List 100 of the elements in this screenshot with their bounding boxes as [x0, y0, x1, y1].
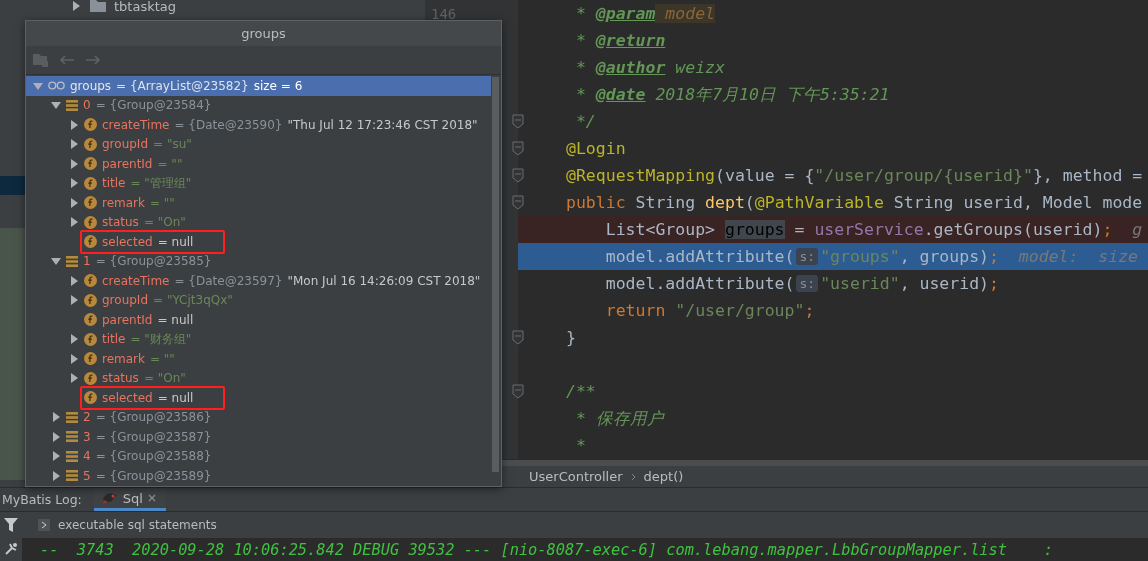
variable-row[interactable]: 5 = {Group@23589}	[26, 466, 491, 486]
variable-row[interactable]: title = "财务组"	[26, 329, 491, 349]
variable-name: remark	[102, 195, 145, 210]
expand-arrow-icon[interactable]	[50, 469, 62, 482]
expand-arrow-icon[interactable]	[68, 138, 80, 151]
row-highlight	[0, 176, 25, 195]
list-icon	[66, 431, 78, 443]
doc-tag: @author	[595, 58, 666, 77]
expand-arrow-icon[interactable]	[50, 450, 62, 463]
filter-icon[interactable]	[4, 518, 18, 532]
list-icon	[66, 99, 78, 111]
variable-row[interactable]: 2 = {Group@23586}	[26, 407, 491, 427]
parameter-hint: s:	[796, 275, 819, 292]
variable-row[interactable]: groupId = "su"	[26, 134, 491, 154]
variable-row[interactable]: createTime = {Date@23590} "Thu Jul 12 17:23:46 CST 2018"	[26, 115, 491, 135]
wrench-icon[interactable]	[4, 542, 18, 556]
expand-arrow-icon[interactable]	[70, 0, 82, 12]
variable-row[interactable]: groups = {ArrayList@23582} size = 6	[26, 76, 491, 96]
code-text: , userid)	[899, 274, 990, 293]
annotation: @PathVariable	[754, 193, 884, 212]
variable-row[interactable]: 3 = {Group@23587}	[26, 427, 491, 447]
variable-name: 4	[83, 449, 91, 464]
variable-value: = "On"	[143, 371, 186, 386]
doc-tag: @date	[595, 85, 646, 104]
variable-row[interactable]: title = "管理组"	[26, 173, 491, 193]
expand-arrow-icon[interactable]	[50, 411, 62, 424]
expand-arrow-icon[interactable]	[68, 372, 80, 385]
variable-name: createTime	[102, 117, 170, 132]
breadcrumb-item[interactable]: UserController	[529, 469, 623, 484]
object-reference: = {Group@23585}	[95, 254, 212, 269]
variable-value: = "管理组"	[130, 174, 192, 192]
expand-arrow-icon[interactable]	[68, 294, 80, 307]
chevron-icon	[630, 472, 636, 481]
object-reference: = {ArrayList@23582}	[116, 78, 249, 93]
expand-arrow-icon[interactable]	[50, 430, 62, 443]
field-icon	[84, 313, 97, 327]
string-literal: "/user/group/{userid}"	[814, 166, 1033, 185]
expand-arrow-icon[interactable]	[68, 333, 80, 346]
field-icon	[84, 235, 97, 249]
keyword: ;	[1102, 220, 1113, 239]
doc-comment: weizx	[674, 58, 725, 77]
variable-row[interactable]: createTime = {Date@23597} "Mon Jul 16 14:26:09 CST 2018"	[26, 271, 491, 291]
variable-row[interactable]: 0 = {Group@23584}	[26, 95, 491, 115]
doc-comment: *	[574, 4, 587, 23]
variable-name: 3	[83, 429, 91, 444]
field-icon	[84, 391, 97, 405]
variable-row[interactable]: 4 = {Group@23588}	[26, 446, 491, 466]
expand-arrow-icon[interactable]	[68, 352, 80, 365]
variable-row[interactable]: 1 = {Group@23585}	[26, 251, 491, 271]
field-icon	[84, 332, 97, 346]
folder-icon	[90, 0, 106, 12]
variable-row[interactable]: groupId = "YCjt3qQx"	[26, 290, 491, 310]
field-icon	[84, 215, 97, 229]
variable-row[interactable]: selected = null	[26, 388, 491, 408]
variable-row[interactable]: status = "On"	[26, 212, 491, 232]
expand-arrow-icon[interactable]	[68, 196, 80, 209]
field-icon	[84, 293, 97, 307]
doc-comment: */	[574, 112, 596, 131]
close-icon[interactable]	[147, 494, 156, 502]
field-icon	[84, 118, 97, 132]
expand-icon[interactable]	[38, 519, 50, 531]
variable-row[interactable]: status = "On"	[26, 368, 491, 388]
variable-value: = "su"	[153, 137, 192, 152]
expand-arrow-icon[interactable]	[68, 274, 80, 287]
variable-value: = "YCjt3qQx"	[153, 293, 233, 308]
inline-value: g	[1131, 220, 1143, 239]
field-icon	[84, 196, 97, 210]
variable-name: 5	[83, 468, 91, 483]
expand-arrow-icon[interactable]	[68, 118, 80, 131]
annotation: @RequestMapping	[566, 166, 715, 185]
tree-item-label[interactable]: tbtasktag	[114, 0, 177, 14]
breadcrumb-item[interactable]: dept()	[643, 469, 684, 484]
inline-value: model: size	[1017, 247, 1139, 266]
scrollbar[interactable]	[492, 77, 499, 472]
log-line: -- 3743 2020-09-28 10:06:25.842 DEBUG 39532 --- [nio-8087-exec-6] com.lebang.mapper.LbbGroupMapper.list :	[40, 540, 1054, 559]
variable-value: = null	[157, 390, 194, 405]
variable-row[interactable]: remark = ""	[26, 193, 491, 213]
doc-comment: /**	[566, 382, 596, 401]
variable-name: status	[102, 215, 139, 230]
variable-row[interactable]: remark = ""	[26, 349, 491, 369]
keyword: return	[604, 301, 667, 320]
field-icon	[84, 371, 97, 385]
expand-arrow-icon[interactable]	[68, 177, 80, 190]
variable-row[interactable]: parentId = null	[26, 310, 491, 330]
variable-row[interactable]: selected = null	[26, 232, 491, 252]
variable-name: 1	[83, 254, 91, 269]
doc-comment: *	[574, 85, 587, 104]
field-icon	[84, 137, 97, 151]
expand-arrow-icon[interactable]	[68, 216, 80, 229]
annotation: @Login	[566, 139, 626, 158]
list-icon	[66, 470, 78, 482]
doc-tag: @param	[595, 4, 656, 23]
variable-name: createTime	[102, 273, 170, 288]
expand-arrow-icon[interactable]	[68, 157, 80, 170]
code-text: .getGroups(userid)	[923, 220, 1103, 239]
variable-value: "Mon Jul 16 14:26:09 CST 2018"	[287, 273, 481, 288]
variable-name: parentId	[102, 312, 153, 327]
variable-row[interactable]: parentId = ""	[26, 154, 491, 174]
variable-value: = "财务组"	[130, 330, 192, 348]
doc-comment: 2018年7月10日 下午5:35:21	[654, 83, 890, 106]
